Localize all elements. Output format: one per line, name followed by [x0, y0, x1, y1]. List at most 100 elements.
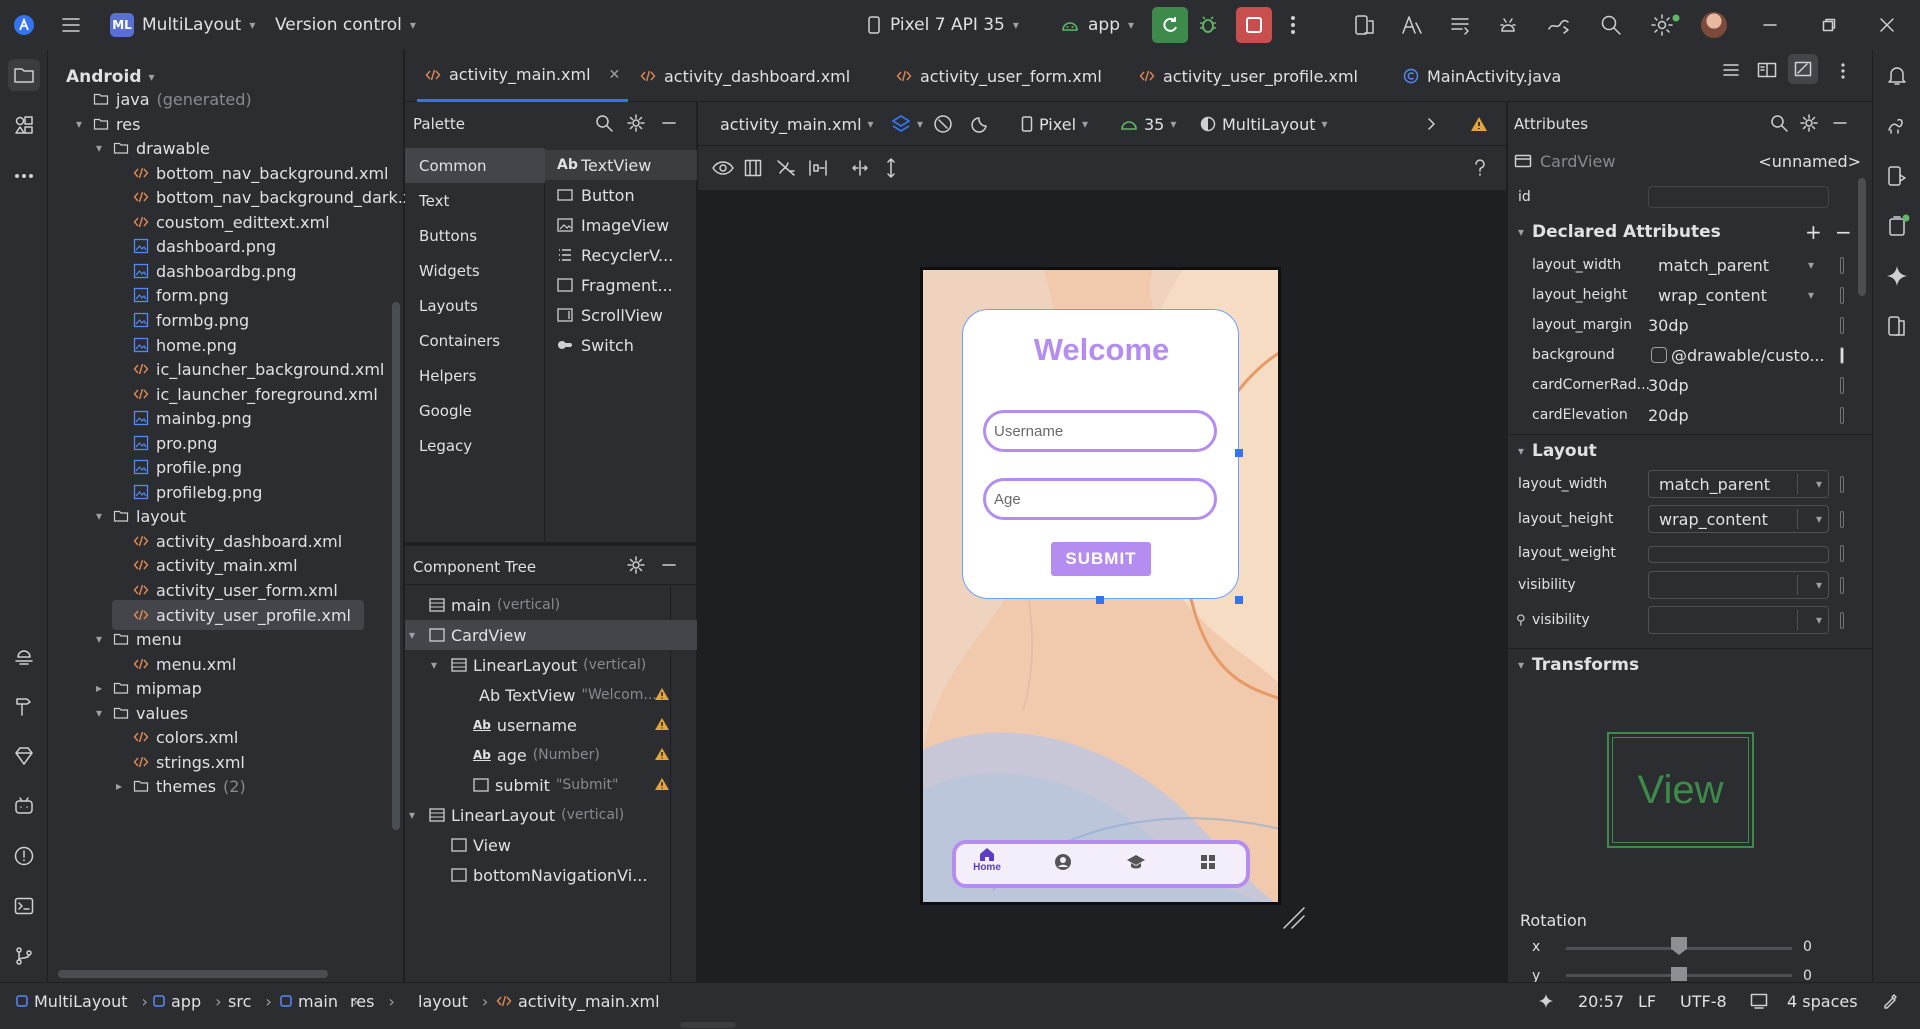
resize-handle[interactable]: [1096, 596, 1104, 604]
lock-icon[interactable]: [1882, 983, 1898, 1019]
guidelines-icon[interactable]: [850, 146, 870, 190]
constraints-icon[interactable]: [776, 146, 796, 190]
gemini-icon[interactable]: [1881, 260, 1913, 292]
palette-item[interactable]: Ab TextView: [545, 150, 697, 180]
component-tree-row[interactable]: submit "Submit": [405, 770, 697, 800]
school-icon[interactable]: [1126, 854, 1146, 870]
attribute-input[interactable]: wrap_content ▾: [1648, 505, 1829, 533]
avatar[interactable]: [1701, 0, 1727, 50]
chevron-down-icon[interactable]: ▾: [1816, 578, 1822, 592]
palette-item[interactable]: RecyclerV...: [545, 240, 697, 270]
component-tree-row[interactable]: Ab username: [405, 710, 697, 740]
attribute-input[interactable]: match_parent ▾: [1648, 470, 1829, 498]
device-file-icon[interactable]: [1881, 310, 1913, 342]
readonly-icon[interactable]: [1750, 983, 1768, 1019]
resize-handle[interactable]: [1235, 449, 1243, 457]
chevron-down-icon[interactable]: ▾: [409, 628, 423, 642]
hammer-icon[interactable]: [8, 690, 40, 722]
chevron-down-icon[interactable]: ▾: [1808, 288, 1814, 302]
attribute-value[interactable]: match_parent: [1658, 256, 1769, 275]
palette-item[interactable]: Button: [545, 180, 697, 210]
minimize-panel-icon[interactable]: [1832, 114, 1848, 132]
declared-attribute-row[interactable]: layout_width match_parent ▾: [1508, 250, 1873, 280]
attribute-value[interactable]: 20dp: [1648, 406, 1689, 425]
device-selector[interactable]: Pixel 7 API 35 ▾: [866, 0, 1019, 50]
notifications-icon[interactable]: [1881, 59, 1913, 91]
settings-icon[interactable]: [1650, 0, 1680, 50]
orientation-icon[interactable]: [932, 102, 954, 146]
code-view-icon[interactable]: [1722, 62, 1740, 78]
debug-button[interactable]: [1197, 0, 1219, 50]
theme-dropdown[interactable]: MultiLayout ▾: [1200, 102, 1328, 146]
remove-attribute-icon[interactable]: −: [1835, 220, 1852, 244]
chevron-right-icon[interactable]: ▸: [92, 681, 106, 695]
more-actions-icon[interactable]: [1290, 0, 1296, 50]
tab-2[interactable]: activity_user_form.xml: [888, 50, 1110, 102]
blueprint-icon[interactable]: [744, 146, 762, 190]
split-view-icon[interactable]: [1757, 62, 1777, 78]
component-tree-row[interactable]: Ab TextView "Welcom...: [405, 680, 697, 710]
declared-attribute-row[interactable]: layout_height wrap_content ▾: [1508, 280, 1873, 310]
gem-icon[interactable]: [8, 740, 40, 772]
search-icon[interactable]: [1770, 114, 1788, 132]
dashboard-icon[interactable]: [1200, 854, 1216, 870]
layout-file-selector[interactable]: activity_main.xml ▾: [720, 102, 874, 146]
username-input[interactable]: Username: [983, 410, 1217, 452]
palette-category[interactable]: Text: [405, 183, 545, 218]
declared-attributes-header[interactable]: ▾ Declared Attributes + −: [1508, 216, 1873, 248]
chevron-down-icon[interactable]: ▾: [431, 658, 445, 672]
device-dropdown[interactable]: Pixel ▾: [1021, 102, 1088, 146]
build-variants-icon[interactable]: [1496, 0, 1520, 50]
gradle-icon[interactable]: [1881, 109, 1913, 141]
layout-attribute-row[interactable]: visibility ▾: [1508, 570, 1873, 600]
tab-0[interactable]: activity_main.xml ✕: [417, 50, 629, 102]
project-scrollbar[interactable]: [392, 302, 400, 830]
sync-gradle-icon[interactable]: [1546, 0, 1572, 50]
transforms-section-header[interactable]: ▾ Transforms: [1508, 648, 1873, 680]
resource-manager-icon[interactable]: [8, 109, 40, 141]
minimize-panel-icon[interactable]: [661, 556, 677, 574]
translate-icon[interactable]: [1400, 0, 1424, 50]
declared-attribute-row[interactable]: background @drawable/custo...: [1508, 340, 1873, 370]
warning-icon[interactable]: [654, 747, 670, 763]
more-tools-icon[interactable]: [8, 160, 40, 192]
night-mode-icon[interactable]: [971, 102, 991, 146]
api-level-dropdown[interactable]: 35 ▾: [1120, 102, 1176, 146]
palette-category[interactable]: Layouts: [405, 288, 545, 323]
close-button[interactable]: [1880, 0, 1894, 50]
help-icon[interactable]: [1473, 146, 1487, 190]
main-menu-icon[interactable]: [60, 0, 82, 50]
resize-canvas-icon[interactable]: [1282, 906, 1306, 930]
logcat-icon[interactable]: [1448, 0, 1472, 50]
palette-category[interactable]: Helpers: [405, 358, 545, 393]
gear-icon[interactable]: [627, 114, 645, 132]
attribute-input[interactable]: ▾: [1648, 571, 1829, 599]
breadcrumb-item[interactable]: layout ›: [418, 983, 488, 1019]
component-tree-row[interactable]: ▾ CardView: [405, 620, 697, 650]
chevron-down-icon[interactable]: ▾: [1816, 477, 1822, 491]
terminal-icon[interactable]: [8, 890, 40, 922]
layout-section-header[interactable]: ▾ Layout: [1508, 434, 1873, 466]
component-tree-row[interactable]: Ab age (Number): [405, 740, 697, 770]
design-mode-icon[interactable]: ▾: [891, 102, 923, 146]
app-inspection-icon[interactable]: [8, 790, 40, 822]
palette-category[interactable]: Widgets: [405, 253, 545, 288]
file-encoding[interactable]: UTF-8: [1680, 983, 1727, 1019]
declared-attribute-row[interactable]: cardElevation 20dp: [1508, 400, 1873, 430]
breadcrumb-item[interactable]: main ›: [280, 983, 358, 1019]
align-icon[interactable]: [808, 146, 828, 190]
warning-icon[interactable]: [654, 777, 670, 793]
run-config-selector[interactable]: app ▾: [1060, 0, 1134, 50]
attribute-value[interactable]: @drawable/custo...: [1671, 346, 1825, 365]
chevron-down-icon[interactable]: ▾: [1808, 258, 1814, 272]
project-hscrollbar[interactable]: [58, 970, 328, 978]
project-switcher[interactable]: ML MultiLayout ▾: [110, 0, 255, 50]
ai-icon[interactable]: [1538, 983, 1554, 1019]
chevron-down-icon[interactable]: ▾: [409, 808, 423, 822]
layout-attribute-row[interactable]: layout_height wrap_content ▾: [1508, 504, 1873, 534]
age-input[interactable]: Age: [983, 478, 1217, 520]
chevron-down-icon[interactable]: ▾: [92, 632, 106, 646]
maximize-button[interactable]: [1822, 0, 1836, 50]
layout-attribute-row[interactable]: layout_weight: [1508, 538, 1873, 568]
eye-icon[interactable]: [712, 146, 734, 190]
